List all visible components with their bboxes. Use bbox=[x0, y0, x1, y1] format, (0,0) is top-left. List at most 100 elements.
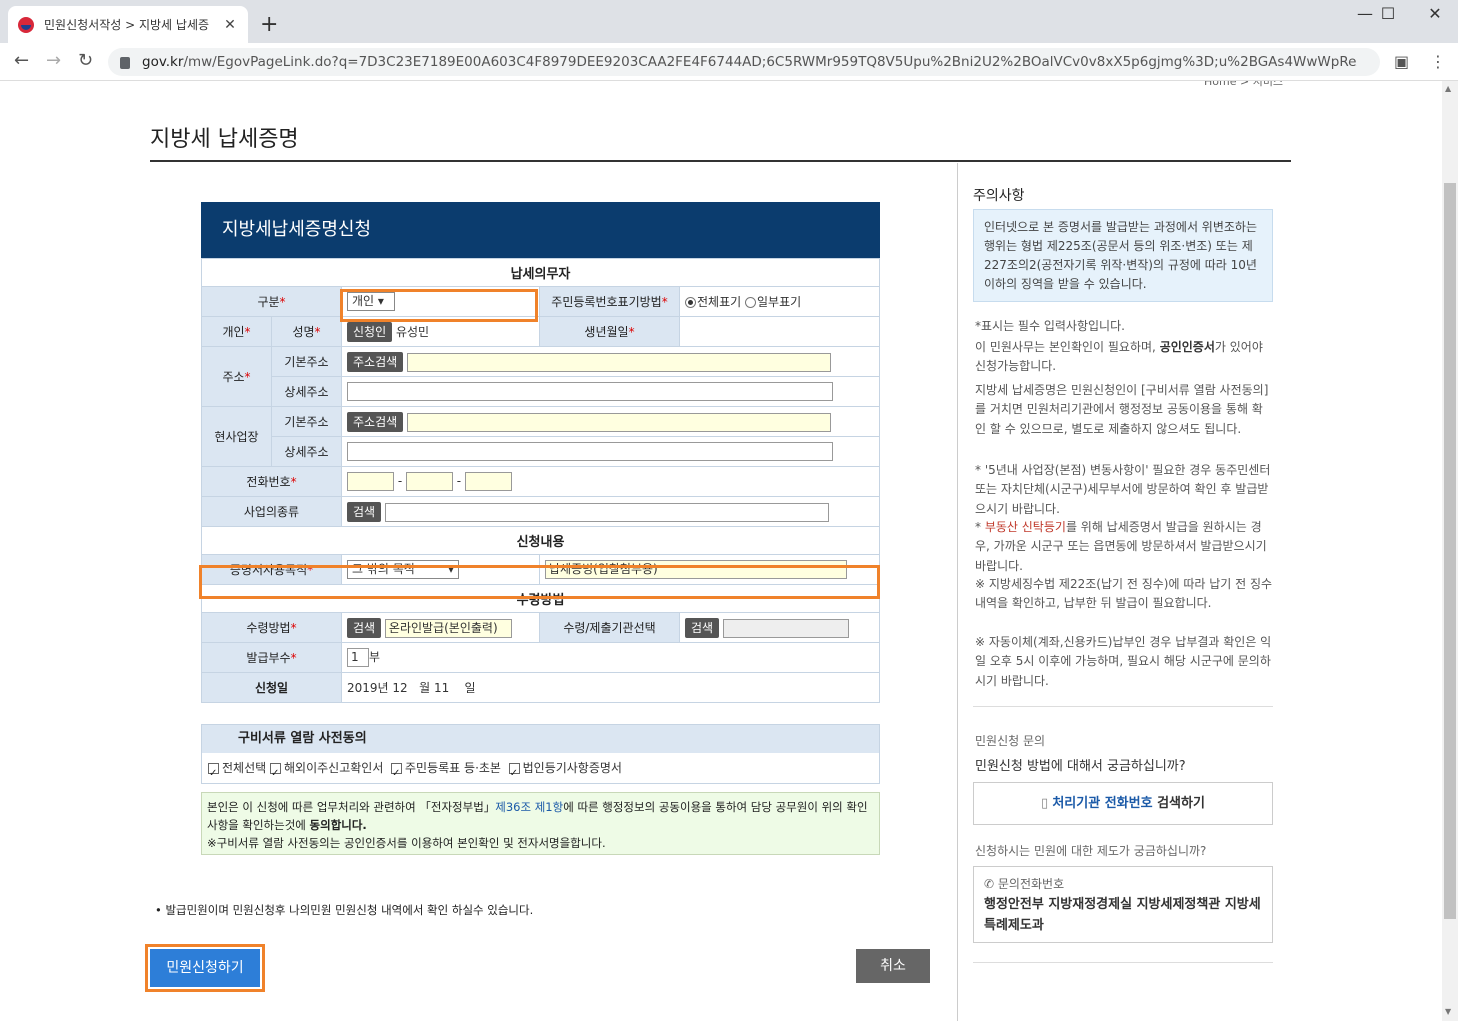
menu-kebab-icon[interactable]: ⋮ bbox=[1430, 52, 1446, 71]
phone-part2-input[interactable] bbox=[405, 472, 453, 491]
business-address-search-button[interactable]: 주소검색 bbox=[347, 411, 404, 432]
new-tab-icon[interactable]: + bbox=[260, 12, 278, 37]
page-title: 지방세 납세증명 bbox=[150, 127, 299, 152]
forward-icon[interactable]: → bbox=[46, 50, 61, 71]
phone-search-label: 검색하기 bbox=[1152, 796, 1205, 811]
cancel-button[interactable]: 취소 bbox=[856, 949, 930, 983]
purpose-highlight bbox=[199, 565, 880, 599]
phone-icon: ✆ bbox=[984, 877, 995, 891]
receive-org-input[interactable] bbox=[722, 618, 849, 638]
account-icon[interactable]: ▣ bbox=[1394, 52, 1409, 71]
consent-resident-checkbox[interactable] bbox=[391, 759, 403, 789]
copies-unit: 부 bbox=[369, 650, 381, 664]
scroll-up-icon[interactable]: ▲ bbox=[1445, 84, 1451, 93]
consent-corporate-checkbox[interactable] bbox=[508, 759, 520, 789]
business-detail-address-label: 상세주소 bbox=[271, 436, 342, 467]
reload-icon[interactable]: ↻ bbox=[78, 50, 93, 71]
receive-org-search-button[interactable]: 검색 bbox=[685, 617, 720, 638]
url-input[interactable]: gov.kr/mw/EgovPageLink.do?q=7D3C23E7189E… bbox=[108, 48, 1380, 76]
gubun-label: 구분 bbox=[257, 295, 280, 309]
address-search-button[interactable]: 주소검색 bbox=[347, 351, 404, 372]
maximize-icon[interactable]: ☐ bbox=[1365, 4, 1411, 23]
gubun-highlight bbox=[340, 289, 538, 322]
column-divider bbox=[957, 163, 958, 1021]
copies-label: 발급부수 bbox=[246, 651, 291, 665]
phone-label: 전화번호 bbox=[246, 475, 291, 489]
caution-box: 인터넷으로 본 증명서를 발급받는 과정에서 위변조하는 행위는 형법 제225… bbox=[973, 209, 1273, 302]
title-divider bbox=[150, 160, 1291, 162]
name-label: 성명 bbox=[292, 325, 315, 339]
agree-note: ※구비서류 열람 사전동의는 공인인증서를 이용하여 본인확인 및 전자서명을합… bbox=[207, 836, 606, 850]
right-separator bbox=[973, 962, 1273, 963]
consent-all-checkbox[interactable] bbox=[208, 759, 219, 789]
receive-method-search-button[interactable]: 검색 bbox=[347, 617, 382, 638]
applicant-button[interactable]: 신청인 bbox=[347, 321, 393, 342]
agree-bold-text: 동의합니다. bbox=[309, 818, 367, 832]
page-scrollbar[interactable]: ▲ ▼ bbox=[1442, 81, 1458, 1021]
scroll-down-icon[interactable]: ▼ bbox=[1445, 1007, 1451, 1016]
birth-label: 생년월일 bbox=[584, 325, 629, 339]
law-link[interactable]: 제36조 제1항 bbox=[495, 800, 563, 814]
business-basic-address-label: 기본주소 bbox=[271, 406, 342, 437]
personal-label: 개인 bbox=[222, 325, 245, 339]
consent-emigration-checkbox[interactable] bbox=[270, 759, 281, 789]
caution-title: 주의사항 bbox=[973, 188, 1025, 204]
phone-part3-input[interactable] bbox=[464, 472, 512, 491]
submit-application-button[interactable]: 민원신청하기 bbox=[150, 949, 260, 987]
info-paragraph: ※ 지방세징수법 제22조(납기 전 징수)에 따라 납기 전 징수 내역을 확… bbox=[975, 577, 1273, 611]
copies-input[interactable]: 1 bbox=[347, 648, 369, 667]
tab-close-icon[interactable]: ✕ bbox=[222, 17, 238, 33]
window-close-icon[interactable]: ✕ bbox=[1412, 4, 1458, 23]
building-icon: ▯ bbox=[1041, 796, 1049, 811]
business-basic-address-input[interactable] bbox=[407, 412, 831, 432]
agree-text: 에 따른 행정정보의 공동이용을 통하여 담당 공무원이 위의 확인 bbox=[563, 800, 868, 814]
page-content: Home > 지비스 지방세 납세증명 지방세납세증명신청 납세의무자 구분* … bbox=[0, 81, 1442, 1021]
contact-dept: 행정안전부 지방재정경제실 지방세제정책관 지방세특례제도과 bbox=[984, 897, 1261, 933]
agree-text: 본인은 이 신청에 따른 업무처리와 관련하여 「전자정부법」 bbox=[207, 800, 496, 814]
url-path: /mw/EgovPageLink.do?q=7D3C23E7189E00A603… bbox=[183, 54, 1357, 70]
scrollbar-thumb[interactable] bbox=[1444, 183, 1456, 919]
detail-address-label: 상세주소 bbox=[271, 376, 342, 407]
phone-part1-input[interactable] bbox=[347, 472, 394, 491]
section-taxpayer: 납세의무자 bbox=[201, 258, 880, 287]
consent-item-label: 법인등기사항증명서 bbox=[522, 761, 622, 775]
detail-address-input[interactable] bbox=[347, 382, 833, 401]
basic-address-label: 기본주소 bbox=[271, 346, 342, 377]
rrn-partial-radio[interactable] bbox=[745, 297, 756, 308]
browser-tab[interactable]: 민원신청서작성 > 지방세 납세증 ✕ bbox=[8, 6, 248, 43]
phone-search-button[interactable]: ▯ 처리기관 전화번호 검색하기 bbox=[973, 782, 1273, 825]
right-separator bbox=[973, 706, 1273, 707]
contact-box: ✆ 문의전화번호 행정안전부 지방재정경제실 지방세제정책관 지방세특례제도과 bbox=[973, 866, 1273, 943]
rrn-full-label: 전체표기 bbox=[697, 295, 742, 309]
name-value: 유성민 bbox=[395, 324, 430, 339]
trust-registration-text: 부동산 신탁등기 bbox=[984, 520, 1066, 534]
back-icon[interactable]: ← bbox=[14, 50, 29, 71]
info-paragraph: 이 민원사무는 본인확인이 필요하며, 공인인증서가 있어야 신청가능합니다. bbox=[975, 340, 1263, 374]
info-paragraph: ※ 자동이체(계좌,신용카드)납부인 경우 납부결과 확인은 익일 오후 5시 … bbox=[975, 635, 1272, 688]
info-paragraph: * '5년내 사업장(본점) 변동사항이' 필요한 경우 동주민센터 또는 자치… bbox=[975, 463, 1271, 516]
biz-type-input[interactable] bbox=[384, 502, 829, 522]
business-detail-address-input[interactable] bbox=[347, 442, 833, 461]
receive-org-label: 수령/제출기관선택 bbox=[539, 612, 680, 643]
tab-bar: 민원신청서작성 > 지방세 납세증 ✕ + — ☐ ✕ bbox=[0, 0, 1458, 43]
phone-search-label: 처리기관 전화번호 bbox=[1052, 796, 1153, 811]
info-paragraph: 지방세 납세증명은 민원신청인이 [구비서류 열람 사전동의]를 거치면 민원처… bbox=[975, 383, 1269, 436]
biz-type-label: 사업의종류 bbox=[201, 496, 342, 527]
business-label: 현사업장 bbox=[201, 406, 272, 467]
application-form: 지방세납세증명신청 납세의무자 구분* 개인 ▾ 주민등록번호표기방법* 전체표… bbox=[201, 202, 880, 703]
url-domain: gov.kr bbox=[142, 54, 184, 70]
consent-item-label: 해외이주신고확인서 bbox=[284, 761, 384, 775]
agreement-notice: 본인은 이 신청에 따른 업무처리와 관련하여 「전자정부법」제36조 제1항에… bbox=[201, 792, 880, 855]
bottom-note: • 발급민원이며 민원신청후 나의민원 민원신청 내역에서 확인 하실수 있습니… bbox=[155, 903, 534, 917]
receive-method-input[interactable]: 온라인발급(본인출력) bbox=[384, 618, 512, 638]
apply-date-label: 신청일 bbox=[201, 672, 342, 703]
inquiry-question: 민원신청 방법에 대해서 궁금하십니까? bbox=[975, 759, 1186, 774]
contact-phone-label: 문의전화번호 bbox=[997, 877, 1065, 891]
biz-type-search-button[interactable]: 검색 bbox=[347, 501, 382, 522]
basic-address-input[interactable] bbox=[407, 352, 831, 372]
rrn-full-radio[interactable] bbox=[685, 297, 696, 308]
required-note: *표시는 필수 입력사항입니다. bbox=[975, 319, 1125, 333]
consent-header: 구비서류 열람 사전동의 bbox=[202, 725, 879, 753]
form-header: 지방세납세증명신청 bbox=[201, 202, 880, 258]
agree-text: 사항을 확인하는것에 bbox=[207, 818, 310, 832]
